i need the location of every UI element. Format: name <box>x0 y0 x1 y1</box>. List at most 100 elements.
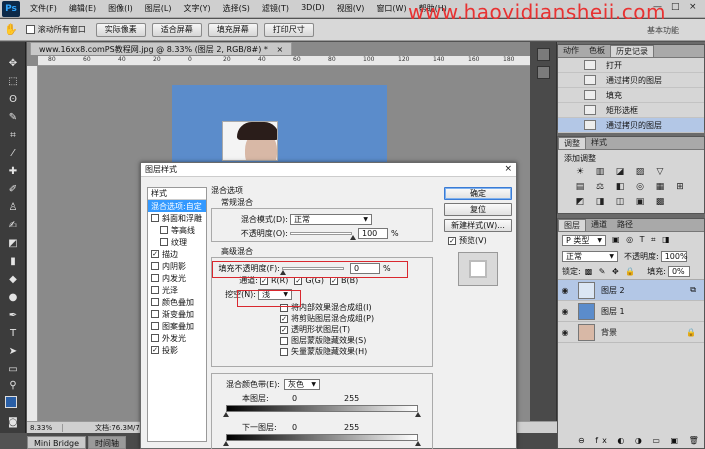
eye-icon[interactable]: ◉ <box>558 307 572 316</box>
type-tool-icon[interactable]: T <box>6 328 20 340</box>
menu-item[interactable]: 图层(L) <box>139 3 178 14</box>
adjustment-icon[interactable]: ⊞ <box>674 182 686 193</box>
adjustment-icon[interactable]: ▽ <box>654 167 666 178</box>
style-item[interactable]: 光泽 <box>148 284 206 296</box>
history-state-item[interactable]: 打开 <box>558 58 704 73</box>
layer-row[interactable]: ◉ 图层 1 <box>558 301 704 322</box>
history-state-item[interactable]: 通过拷贝的图层 <box>558 118 704 133</box>
style-checkbox[interactable] <box>160 226 168 234</box>
workspace-switcher[interactable]: 基本功能 <box>647 25 679 36</box>
eye-icon[interactable]: ◉ <box>558 328 572 337</box>
tab-adjustments[interactable]: 调整 <box>558 137 586 149</box>
layer-row[interactable]: ◉ 图层 2 ⧉ <box>558 280 704 301</box>
shape-tool-icon[interactable]: ▭ <box>6 364 20 376</box>
layer-blend-mode-select[interactable]: 正常 ▼ <box>562 250 618 262</box>
blend-mode-select[interactable]: 正常 ▼ <box>290 213 372 225</box>
history-state-item[interactable]: 填充 <box>558 88 704 103</box>
preview-checkbox[interactable]: ✓ 预览(V) <box>448 235 512 246</box>
style-item[interactable]: 纹理 <box>148 236 206 248</box>
foreground-color-swatch[interactable] <box>5 396 17 408</box>
menu-item[interactable]: 文件(F) <box>24 3 63 14</box>
adjustment-icon[interactable]: ◩ <box>574 197 586 208</box>
document-tab[interactable]: www.16xx8.comPS教程网.jpg @ 8.33% (图层 2, RG… <box>30 42 293 55</box>
quick-select-tool-icon[interactable]: ✎ <box>6 112 20 124</box>
healing-brush-tool-icon[interactable]: ✚ <box>6 166 20 178</box>
style-item[interactable]: 外发光 <box>148 332 206 344</box>
underlying-black-point[interactable] <box>223 441 229 446</box>
style-checkbox[interactable] <box>151 298 159 306</box>
layer-panel-bottom-icons[interactable]: ⊖ fx ◐ ◑ ▭ ▣ 🗑 <box>578 436 703 445</box>
lasso-tool-icon[interactable]: ʘ <box>6 94 20 106</box>
fill-screen-button[interactable]: 填充屏幕 <box>207 22 258 37</box>
style-checkbox[interactable] <box>160 238 168 246</box>
tab-layers[interactable]: 图层 <box>558 219 586 231</box>
adjustment-icon[interactable]: ▨ <box>634 167 646 178</box>
adjustment-icon[interactable]: ▩ <box>654 197 666 208</box>
tab-paths[interactable]: 路径 <box>612 219 638 231</box>
menu-item[interactable]: 滤镜(T) <box>256 3 295 14</box>
this-layer-black-point[interactable] <box>223 412 229 417</box>
tab-mini-bridge[interactable]: Mini Bridge <box>27 436 87 449</box>
style-checkbox[interactable] <box>151 274 159 282</box>
style-checkbox[interactable] <box>151 286 159 294</box>
tab-history[interactable]: 历史记录 <box>610 45 654 57</box>
layer-name[interactable]: 背景 <box>601 327 617 338</box>
close-document-icon[interactable]: × <box>276 45 283 54</box>
actual-pixels-button[interactable]: 实际像素 <box>95 22 146 37</box>
checkbox-box[interactable] <box>25 25 35 34</box>
filter-type-icons[interactable]: ▣ ◎ T ⌗ ◨ <box>612 235 672 245</box>
adjustment-icon[interactable]: ◧ <box>614 182 626 193</box>
history-dock-icon[interactable] <box>537 48 550 61</box>
print-size-button[interactable]: 打印尺寸 <box>263 22 314 37</box>
preview-checkbox-box[interactable]: ✓ <box>448 236 456 245</box>
advanced-option-box[interactable] <box>280 336 288 345</box>
menu-item[interactable]: 3D(D) <box>295 3 331 14</box>
layer-row[interactable]: ◉ 背景 🔒 <box>558 322 704 343</box>
advanced-option-checkbox[interactable]: 图层蒙版隐藏效果(S) <box>280 335 428 346</box>
style-checkbox[interactable]: ✓ <box>151 346 159 354</box>
layer-filter-select[interactable]: P 类型 ▼ <box>562 234 606 246</box>
style-checkbox[interactable]: ✓ <box>151 250 159 258</box>
crop-tool-icon[interactable]: ⌗ <box>6 130 20 142</box>
adjustment-icon[interactable]: ⚖ <box>594 182 606 193</box>
layer-name[interactable]: 图层 1 <box>601 306 625 317</box>
menu-item[interactable]: 文字(Y) <box>177 3 216 14</box>
scroll-all-windows-checkbox[interactable]: 滚动所有窗口 <box>25 24 86 35</box>
dodge-tool-icon[interactable]: ● <box>6 292 20 304</box>
minimize-button[interactable]: — <box>653 2 662 12</box>
opacity-slider-thumb[interactable] <box>350 234 356 240</box>
new-style-button[interactable]: 新建样式(W)... <box>444 219 512 232</box>
menu-item[interactable]: 窗口(W) <box>370 3 412 14</box>
brush-tool-icon[interactable]: ✐ <box>6 184 20 196</box>
ok-button[interactable]: 确定 <box>444 187 512 200</box>
advanced-option-box[interactable]: ✓ <box>280 314 288 323</box>
history-state-item[interactable]: 通过拷贝的图层 <box>558 73 704 88</box>
style-checkbox[interactable] <box>151 310 159 318</box>
style-item[interactable]: 图案叠加 <box>148 320 206 332</box>
style-item[interactable]: ✓ 描边 <box>148 248 206 260</box>
eraser-tool-icon[interactable]: ◩ <box>6 238 20 250</box>
menu-item[interactable]: 图像(I) <box>102 3 139 14</box>
style-checkbox[interactable] <box>151 334 159 342</box>
opacity-slider[interactable] <box>290 231 356 240</box>
adjustment-icon[interactable]: ▥ <box>594 167 606 178</box>
tab-actions[interactable]: 动作 <box>558 45 584 57</box>
layer-fill-input[interactable]: 0% <box>667 266 690 277</box>
style-item[interactable]: 内发光 <box>148 272 206 284</box>
menu-item[interactable]: 选择(S) <box>217 3 256 14</box>
adjustment-icon[interactable]: ◎ <box>634 182 646 193</box>
advanced-option-checkbox[interactable]: 矢量蒙版隐藏效果(H) <box>280 346 428 357</box>
advanced-option-checkbox[interactable]: 将内部效果混合成组(I) <box>280 302 428 313</box>
zoom-tool-icon[interactable]: ⚲ <box>6 380 20 392</box>
adjustment-icon[interactable] <box>674 197 686 208</box>
advanced-option-box[interactable]: ✓ <box>280 325 288 334</box>
layer-opacity-input[interactable]: 100% <box>660 250 688 262</box>
style-item[interactable]: 渐变叠加 <box>148 308 206 320</box>
move-tool-icon[interactable]: ✥ <box>6 58 20 70</box>
adjustment-icon[interactable]: ▣ <box>634 197 646 208</box>
pen-tool-icon[interactable]: ✒ <box>6 310 20 322</box>
advanced-option-box[interactable] <box>280 347 288 356</box>
eyedropper-tool-icon[interactable]: ⁄ <box>6 148 20 160</box>
eye-icon[interactable]: ◉ <box>558 286 572 295</box>
quick-mask-icon[interactable]: ◙ <box>6 417 20 429</box>
